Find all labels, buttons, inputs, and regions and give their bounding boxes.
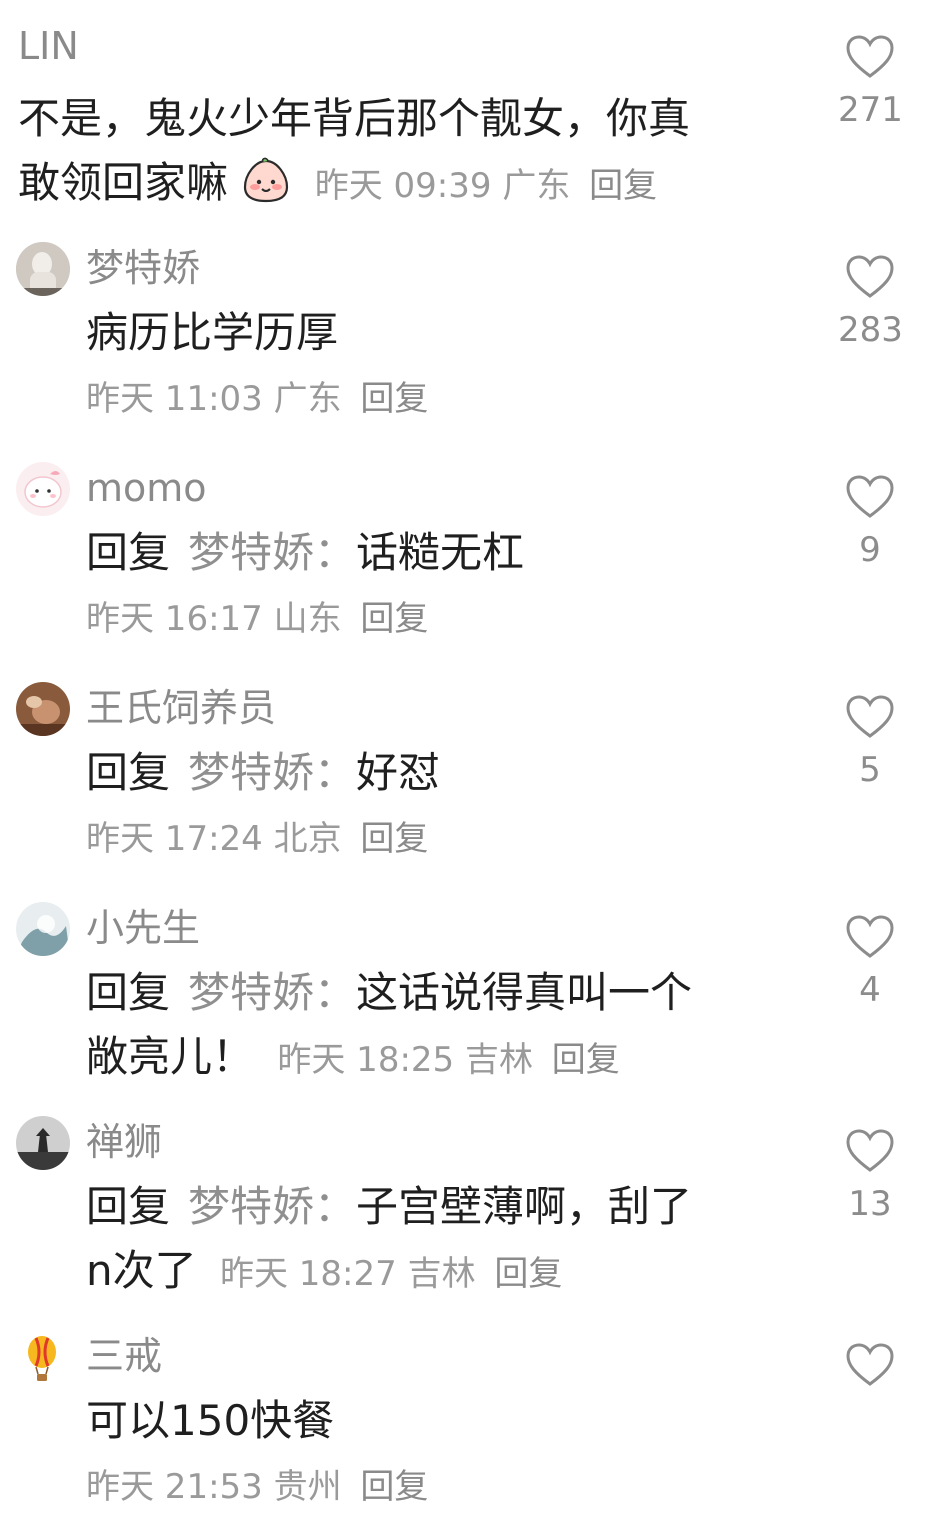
comment-text-line-2: 敞亮儿！ 昨天 18:25 吉林 回复 [86, 1026, 620, 1091]
comment-text: 病历比学历厚 [86, 308, 339, 357]
avatar[interactable] [16, 902, 70, 956]
reply-prefix: 回复 [86, 528, 171, 577]
comment-meta: 昨天 21:53 贵州 回复 [86, 1464, 428, 1510]
reply-button[interactable]: 回复 [360, 1467, 428, 1507]
avatar[interactable] [16, 242, 70, 296]
heart-outline-icon [846, 1343, 894, 1386]
comment-meta: 昨天 11:03 广东 回复 [86, 376, 428, 422]
comment-location: 吉林 [464, 1040, 533, 1080]
comment-text-line: 回复 梦特娇：好怼 [86, 742, 440, 804]
comment-text-line: 回复 梦特娇：这话说得真叫一个 [86, 962, 692, 1024]
heart-outline-icon [846, 35, 894, 78]
like-count: 4 [859, 970, 881, 1010]
reply-button[interactable]: 回复 [360, 379, 428, 419]
reply-button[interactable]: 回复 [360, 819, 428, 859]
avatar[interactable] [16, 1116, 70, 1170]
heart-outline-icon [846, 915, 894, 958]
comment-list: LIN 不是，鬼火少年背后那个靓女，你真 敢领回家嘛 昨天 09:39 广东 回… [0, 0, 938, 1537]
comment-text: 话糙无杠 [356, 528, 525, 577]
comment-username[interactable]: 王氏饲养员 [86, 684, 276, 732]
like-count: 13 [848, 1184, 892, 1224]
heart-outline-icon [846, 475, 894, 518]
reply-button[interactable]: 回复 [589, 166, 657, 206]
comment-username[interactable]: 三戒 [86, 1332, 162, 1380]
blushing-face-emoji [241, 157, 291, 220]
comment-time: 昨天 17:24 [86, 819, 263, 859]
comment-username[interactable]: 小先生 [86, 904, 200, 952]
like-button[interactable]: 271 [838, 34, 903, 132]
heart-outline-icon [846, 1129, 894, 1172]
comment-meta: 昨天 16:17 山东 回复 [86, 596, 428, 642]
comment-location: 广东 [502, 166, 571, 206]
reply-target-username[interactable]: 梦特娇： [188, 748, 356, 797]
comment-username[interactable]: 梦特娇 [86, 244, 200, 292]
comment-text-line: 回复 梦特娇：话糙无杠 [86, 522, 524, 584]
like-button[interactable] [838, 1342, 902, 1396]
comment-location: 广东 [273, 379, 342, 419]
reply-target-username[interactable]: 梦特娇： [188, 528, 356, 577]
comment-time: 昨天 21:53 [86, 1467, 263, 1507]
comment-username[interactable]: momo [86, 464, 207, 512]
comment-text: 可以150快餐 [86, 1396, 335, 1445]
comment-location: 吉林 [407, 1254, 476, 1294]
like-count: 5 [859, 750, 881, 790]
comment-text-line-2: n次了 昨天 18:27 吉林 回复 [86, 1240, 562, 1305]
reply-prefix: 回复 [86, 968, 171, 1017]
comment-text: 敢领回家嘛 [18, 158, 229, 207]
comment-text-line-2: 敢领回家嘛 昨天 09:39 广东 回复 [18, 152, 657, 220]
comment-location: 北京 [273, 819, 342, 859]
comment-username[interactable]: LIN [18, 22, 79, 70]
avatar[interactable] [16, 1330, 70, 1384]
like-count: 9 [859, 530, 881, 570]
comment-text: 这话说得真叫一个 [356, 968, 693, 1017]
comment-meta: 昨天 18:25 吉林 回复 [277, 1040, 619, 1080]
like-count: 271 [838, 90, 903, 130]
reply-button[interactable]: 回复 [552, 1040, 620, 1080]
comment-text: 子宫壁薄啊，刮了 [356, 1182, 693, 1231]
comment-meta: 昨天 17:24 北京 回复 [86, 816, 428, 862]
reply-target-username[interactable]: 梦特娇： [188, 1182, 356, 1231]
hot-air-balloon-icon [28, 1336, 56, 1381]
comment-text-line: 回复 梦特娇：子宫壁薄啊，刮了 [86, 1176, 692, 1238]
reply-target-username[interactable]: 梦特娇： [188, 968, 356, 1017]
like-button[interactable]: 283 [838, 254, 903, 352]
comment-location: 贵州 [273, 1467, 342, 1507]
comment-location: 山东 [273, 599, 342, 639]
reply-prefix: 回复 [86, 748, 171, 797]
comment-username[interactable]: 禅狮 [86, 1118, 162, 1166]
like-button[interactable]: 9 [838, 474, 902, 572]
comment-text: 敞亮儿！ [86, 1032, 255, 1081]
heart-outline-icon [846, 695, 894, 738]
like-count: 283 [838, 310, 903, 350]
heart-outline-icon [846, 255, 894, 298]
comment-text: n次了 [86, 1246, 197, 1295]
comment-time: 昨天 09:39 [314, 166, 492, 206]
comment-text-line: 不是，鬼火少年背后那个靓女，你真 [18, 94, 691, 143]
comment-time: 昨天 11:03 [86, 379, 263, 419]
avatar[interactable] [16, 462, 70, 516]
comment-meta: 昨天 18:27 吉林 回复 [220, 1254, 562, 1294]
comment-time: 昨天 18:27 [219, 1254, 397, 1294]
avatar[interactable] [16, 682, 70, 736]
comment-text: 好怼 [356, 748, 441, 797]
reply-button[interactable]: 回复 [360, 599, 428, 639]
like-button[interactable]: 5 [838, 694, 902, 792]
like-button[interactable]: 13 [838, 1128, 902, 1226]
reply-button[interactable]: 回复 [494, 1254, 562, 1294]
reply-prefix: 回复 [86, 1182, 171, 1231]
comment-time: 昨天 18:25 [277, 1040, 455, 1080]
like-button[interactable]: 4 [838, 914, 902, 1012]
comment-meta: 昨天 09:39 广东 回复 [315, 166, 657, 206]
comment-time: 昨天 16:17 [86, 599, 263, 639]
